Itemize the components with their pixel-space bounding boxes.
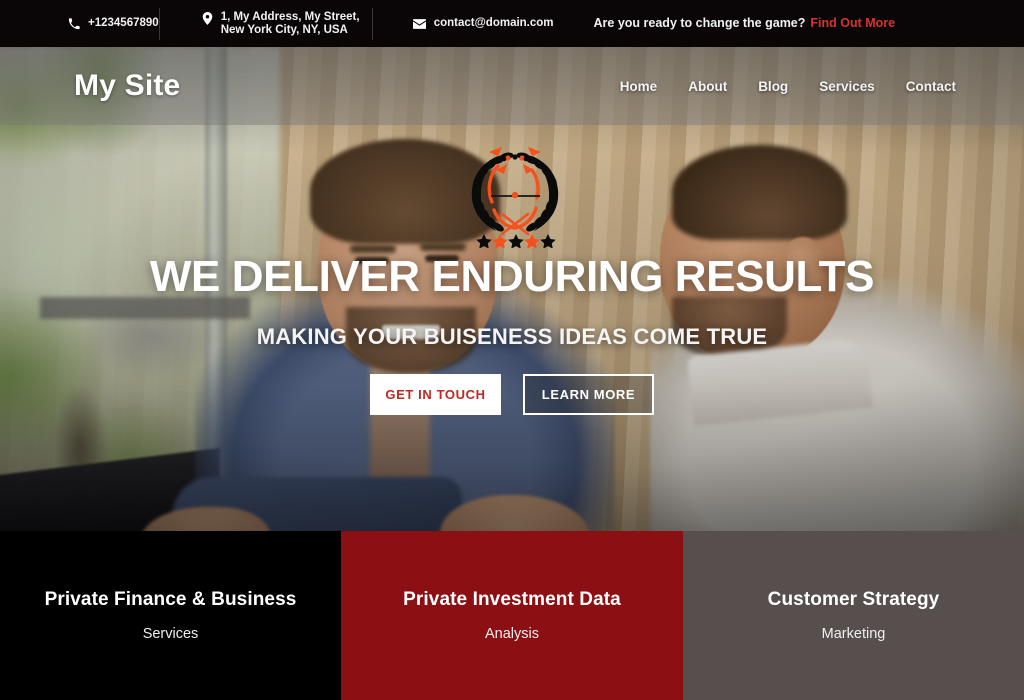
find-out-more-link[interactable]: Find Out More bbox=[810, 17, 895, 30]
laurel-wreath-badge-icon bbox=[462, 136, 568, 249]
phone-icon bbox=[68, 17, 80, 30]
panel-customer-strategy[interactable]: Customer Strategy Marketing bbox=[683, 531, 1024, 700]
top-info-bar: +1234567890 1, My Address, My Street, Ne… bbox=[0, 0, 1024, 47]
panel-subtitle: Analysis bbox=[485, 626, 539, 642]
nav-item-services[interactable]: Services bbox=[819, 79, 875, 94]
topbar-cta-text: Are you ready to change the game? bbox=[593, 16, 806, 30]
topbar-email-text: contact@domain.com bbox=[433, 17, 554, 29]
panel-private-finance-business[interactable]: Private Finance & Business Services bbox=[0, 531, 341, 700]
nav-item-about[interactable]: About bbox=[688, 79, 727, 94]
hero-buttons: GET IN TOUCH LEARN MORE bbox=[370, 374, 654, 415]
envelope-icon bbox=[412, 18, 426, 29]
panel-title: Private Investment Data bbox=[403, 589, 621, 610]
page-root: +1234567890 1, My Address, My Street, Ne… bbox=[0, 0, 1024, 700]
panel-subtitle: Marketing bbox=[821, 626, 886, 642]
topbar-address[interactable]: 1, My Address, My Street, New York City,… bbox=[202, 11, 372, 37]
topbar-address-text: 1, My Address, My Street, New York City,… bbox=[220, 10, 360, 36]
nav-item-home[interactable]: Home bbox=[620, 79, 658, 94]
topbar-divider-2 bbox=[371, 7, 373, 40]
feature-panels: Private Finance & Business Services Priv… bbox=[0, 531, 1024, 700]
panel-private-investment-data[interactable]: Private Investment Data Analysis bbox=[341, 531, 683, 700]
panel-title: Customer Strategy bbox=[767, 589, 940, 610]
topbar-phone-text: +1234567890 bbox=[88, 17, 159, 29]
topbar-cta: Are you ready to change the game? Find O… bbox=[594, 17, 896, 30]
map-pin-icon bbox=[202, 11, 213, 25]
get-in-touch-button[interactable]: GET IN TOUCH bbox=[370, 374, 501, 415]
topbar-email[interactable]: contact@domain.com bbox=[412, 17, 554, 30]
panel-subtitle: Services bbox=[142, 626, 199, 642]
learn-more-button[interactable]: LEARN MORE bbox=[523, 374, 654, 415]
nav-item-blog[interactable]: Blog bbox=[758, 79, 788, 94]
hero-heading: WE DELIVER ENDURING RESULTS bbox=[149, 252, 875, 301]
hero-subheading: MAKING YOUR BUISENESS IDEAS COME TRUE bbox=[256, 324, 768, 349]
main-navbar: My Site Home About Blog Services Contact bbox=[0, 47, 1024, 125]
topbar-divider-1 bbox=[158, 7, 160, 40]
nav-item-contact[interactable]: Contact bbox=[906, 79, 956, 94]
topbar-phone[interactable]: +1234567890 bbox=[68, 17, 159, 30]
site-logo[interactable]: My Site bbox=[74, 69, 180, 103]
nav-links: Home About Blog Services Contact bbox=[620, 79, 956, 94]
panel-title: Private Finance & Business bbox=[44, 589, 297, 610]
